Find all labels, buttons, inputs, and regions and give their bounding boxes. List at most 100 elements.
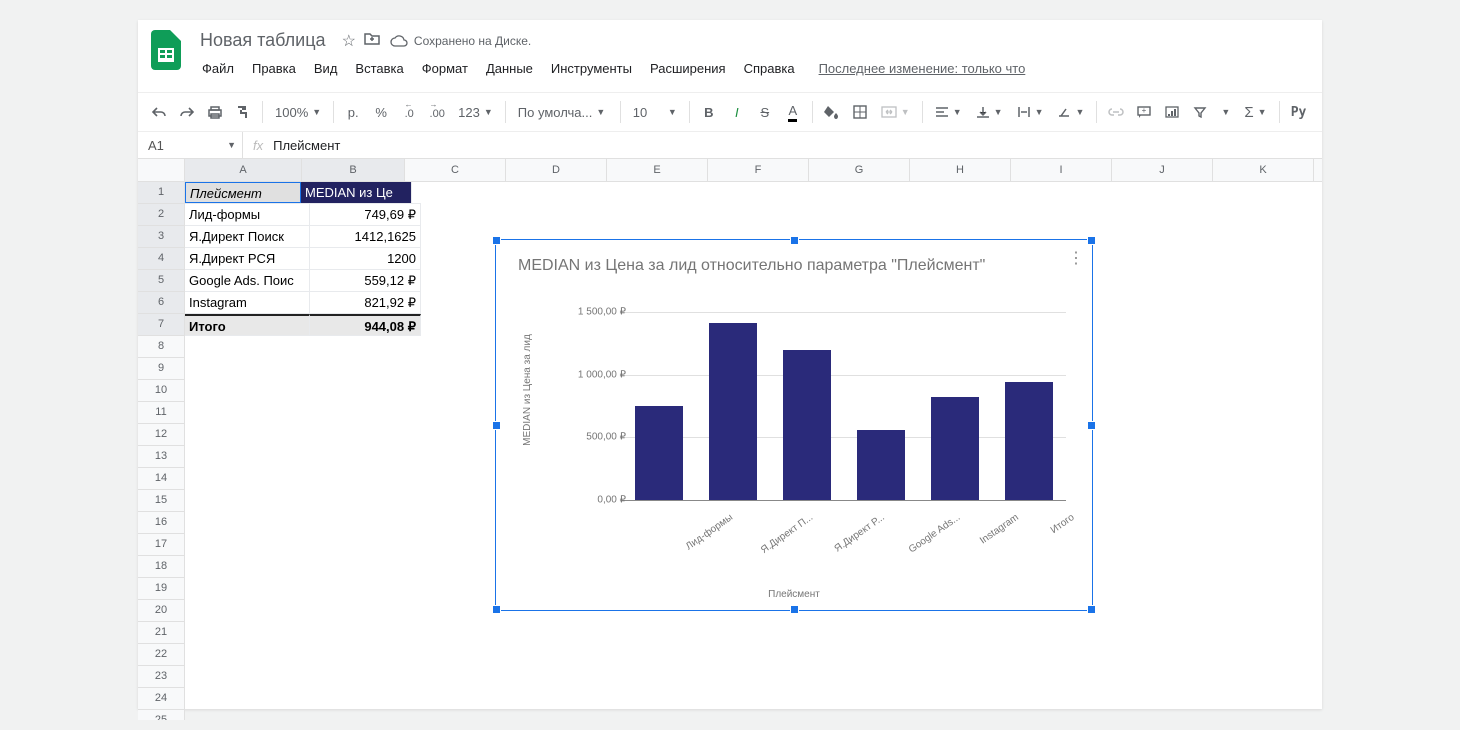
row-header-13[interactable]: 13 [138, 446, 184, 468]
chart-bar[interactable] [783, 350, 831, 500]
cell[interactable]: 821,92 ₽ [310, 292, 421, 313]
col-header-B[interactable]: B [302, 159, 405, 181]
col-header-G[interactable]: G [809, 159, 910, 181]
row-header-11[interactable]: 11 [138, 402, 184, 424]
menu-Файл[interactable]: Файл [194, 57, 242, 80]
formula-input[interactable]: Плейсмент [273, 138, 340, 153]
move-icon[interactable] [364, 31, 380, 51]
col-header-D[interactable]: D [506, 159, 607, 181]
row-header-16[interactable]: 16 [138, 512, 184, 534]
resize-handle[interactable] [790, 236, 799, 245]
cell[interactable]: 1200 [310, 248, 421, 269]
chart-bar[interactable] [857, 430, 905, 500]
resize-handle[interactable] [492, 605, 501, 614]
row-header-21[interactable]: 21 [138, 622, 184, 644]
undo-button[interactable] [146, 98, 172, 126]
menu-Справка[interactable]: Справка [736, 57, 803, 80]
more-formats-button[interactable]: 123▼ [452, 98, 499, 126]
chart-bar[interactable] [1005, 382, 1053, 500]
menu-Правка[interactable]: Правка [244, 57, 304, 80]
row-header-1[interactable]: 1 [138, 182, 184, 204]
chart-bar[interactable] [709, 323, 757, 500]
row-header-3[interactable]: 3 [138, 226, 184, 248]
cell[interactable]: Итого [185, 314, 310, 335]
cell[interactable]: 559,12 ₽ [310, 270, 421, 291]
row-header-17[interactable]: 17 [138, 534, 184, 556]
font-size-select[interactable]: 10▼ [627, 98, 683, 126]
col-header-I[interactable]: I [1011, 159, 1112, 181]
row-header-4[interactable]: 4 [138, 248, 184, 270]
select-all-corner[interactable] [138, 159, 185, 182]
row-header-7[interactable]: 7 [138, 314, 184, 336]
decrease-decimal-button[interactable]: .0← [396, 98, 422, 126]
link-button[interactable] [1103, 98, 1129, 126]
row-header-25[interactable]: 25 [138, 710, 184, 720]
text-color-button[interactable]: A [780, 98, 806, 126]
cell[interactable]: Google Ads. Поис [185, 270, 310, 291]
menu-Инструменты[interactable]: Инструменты [543, 57, 640, 80]
resize-handle[interactable] [492, 236, 501, 245]
row-header-22[interactable]: 22 [138, 644, 184, 666]
col-header-H[interactable]: H [910, 159, 1011, 181]
menu-Расширения[interactable]: Расширения [642, 57, 734, 80]
paint-format-button[interactable] [230, 98, 256, 126]
fill-color-button[interactable] [819, 98, 845, 126]
wrap-button[interactable]: ▼ [1011, 98, 1050, 126]
row-header-12[interactable]: 12 [138, 424, 184, 446]
sheets-logo[interactable] [146, 30, 186, 70]
menu-Вставка[interactable]: Вставка [347, 57, 411, 80]
cell[interactable]: 749,69 ₽ [310, 204, 421, 225]
col-header-F[interactable]: F [708, 159, 809, 181]
row-header-20[interactable]: 20 [138, 600, 184, 622]
strike-button[interactable]: S [752, 98, 778, 126]
rotate-button[interactable]: ▼ [1051, 98, 1090, 126]
font-select[interactable]: По умолча...▼ [512, 98, 614, 126]
doc-title[interactable]: Новая таблица [194, 28, 332, 53]
chart-bar[interactable] [931, 397, 979, 500]
cell[interactable]: Instagram [185, 292, 310, 313]
cell[interactable]: 1412,1625 [310, 226, 421, 247]
zoom-select[interactable]: 100%▼ [269, 98, 327, 126]
filter-views-button[interactable]: ▼ [1215, 98, 1236, 126]
insert-chart-button[interactable] [1159, 98, 1185, 126]
col-header-C[interactable]: C [405, 159, 506, 181]
name-box[interactable]: A1▼ [138, 132, 243, 158]
filter-button[interactable] [1187, 98, 1213, 126]
resize-handle[interactable] [790, 605, 799, 614]
last-edit-link[interactable]: Последнее изменение: только что [811, 57, 1034, 80]
print-button[interactable] [202, 98, 228, 126]
cell[interactable]: Я.Директ РСЯ [185, 248, 310, 269]
row-header-2[interactable]: 2 [138, 204, 184, 226]
menu-Вид[interactable]: Вид [306, 57, 346, 80]
chart-menu-icon[interactable]: ⋮ [1068, 248, 1084, 268]
format-percent-button[interactable]: % [368, 98, 394, 126]
cell[interactable]: 944,08 ₽ [310, 314, 421, 335]
row-header-8[interactable]: 8 [138, 336, 184, 358]
italic-button[interactable]: I [724, 98, 750, 126]
menu-Данные[interactable]: Данные [478, 57, 541, 80]
cell[interactable]: Я.Директ Поиск [185, 226, 310, 247]
row-header-15[interactable]: 15 [138, 490, 184, 512]
col-header-E[interactable]: E [607, 159, 708, 181]
col-header-K[interactable]: K [1213, 159, 1314, 181]
row-header-9[interactable]: 9 [138, 358, 184, 380]
row-header-24[interactable]: 24 [138, 688, 184, 710]
col-header-J[interactable]: J [1112, 159, 1213, 181]
row-header-14[interactable]: 14 [138, 468, 184, 490]
format-currency-button[interactable]: р. [340, 98, 366, 126]
functions-button[interactable]: Σ▼ [1238, 98, 1272, 126]
row-header-19[interactable]: 19 [138, 578, 184, 600]
apps-script-button[interactable]: Py [1286, 98, 1312, 126]
valign-button[interactable]: ▼ [970, 98, 1009, 126]
col-header-A[interactable]: A [185, 159, 302, 181]
cell[interactable]: Лид-формы [185, 204, 310, 225]
borders-button[interactable] [847, 98, 873, 126]
row-header-5[interactable]: 5 [138, 270, 184, 292]
halign-button[interactable]: ▼ [929, 98, 968, 126]
comment-button[interactable]: + [1131, 98, 1157, 126]
resize-handle[interactable] [1087, 605, 1096, 614]
cell[interactable]: MEDIAN из Це [301, 182, 412, 203]
chart[interactable]: ⋮ MEDIAN из Цена за лид относительно пар… [495, 239, 1093, 611]
row-header-10[interactable]: 10 [138, 380, 184, 402]
increase-decimal-button[interactable]: .00→ [424, 98, 450, 126]
